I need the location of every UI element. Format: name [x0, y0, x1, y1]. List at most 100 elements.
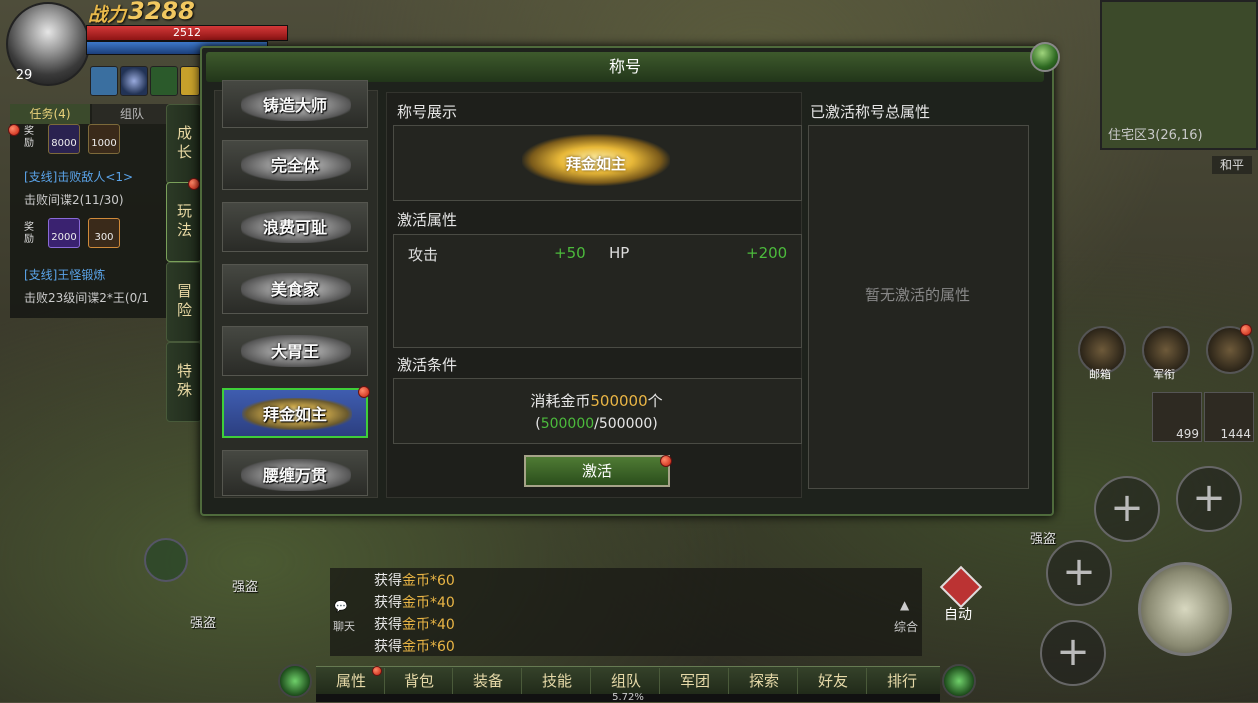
menu-equipment[interactable]: 装备 [455, 668, 522, 694]
title-item-label: 拜金如主 [262, 405, 327, 424]
menu-skills[interactable]: 技能 [524, 668, 591, 694]
skill-slot-add-button[interactable]: + [1040, 620, 1106, 686]
hp-value: 2512 [173, 26, 201, 39]
title-item-selected[interactable]: 拜金如主 [222, 388, 368, 438]
menu-friends[interactable]: 好友 [800, 668, 867, 694]
side-tab-adventure[interactable]: 冒险 [166, 262, 202, 342]
channel-label[interactable]: 综合 [894, 618, 918, 635]
channel-arrow-icon[interactable]: ▲ [900, 598, 909, 612]
joystick[interactable] [144, 538, 188, 582]
item-count: 1444 [1220, 427, 1251, 441]
attack-sword-button[interactable] [1138, 562, 1232, 656]
notification-dot [358, 386, 370, 398]
mail-label: 邮箱 [1089, 368, 1111, 381]
title-item[interactable]: 大胃王 [222, 326, 368, 376]
reward-item[interactable]: 300 [88, 218, 120, 248]
menu-explore[interactable]: 探索 [731, 668, 798, 694]
total-label: 已激活称号总属性 [810, 103, 931, 121]
reward-count: 2000 [51, 232, 77, 243]
rank-label: 军衔 [1153, 368, 1175, 381]
reward-label: 奖励 [24, 222, 34, 245]
auto-battle-icon[interactable] [939, 565, 983, 609]
title-item-label: 铸造大师 [262, 96, 327, 115]
eye-buff-icon[interactable] [120, 66, 148, 96]
close-button[interactable] [1030, 42, 1060, 72]
reward-item[interactable]: 8000 [48, 124, 80, 154]
npc-name[interactable]: 强盗 [190, 612, 216, 631]
title-item[interactable]: 腰缠万贯 [222, 450, 368, 496]
side-tab-growth[interactable]: 成长 [166, 104, 202, 184]
skill-slot-add-button[interactable]: + [1046, 540, 1112, 606]
cond-text: 消耗金币500000个 [393, 390, 800, 411]
npc-name[interactable]: 强盗 [1030, 528, 1056, 547]
title-item[interactable]: 美食家 [222, 264, 368, 314]
quest-title[interactable]: [支线]王怪锻炼 [24, 266, 105, 283]
chat-item: 金币*40 [402, 617, 455, 633]
title-item-label: 腰缠万贯 [262, 466, 327, 485]
menu-bag[interactable]: 背包 [386, 668, 453, 694]
pk-mode-button[interactable]: 和平 [1212, 156, 1252, 174]
npc-name[interactable]: 强盗 [232, 576, 258, 595]
reward-count: 300 [94, 232, 114, 243]
buff-icon[interactable] [90, 66, 118, 96]
chat-label[interactable]: 聊天 [333, 618, 355, 634]
tab-team[interactable]: 组队 [92, 104, 172, 124]
title-item[interactable]: 浪费可耻 [222, 202, 368, 252]
attr-box [393, 234, 802, 348]
skill-slot-add-button[interactable]: + [1094, 476, 1160, 542]
orb-right-icon [942, 664, 976, 698]
tab-quest[interactable]: 任务(4) [10, 104, 90, 124]
notification-dot [660, 455, 672, 467]
menu-ranking[interactable]: 排行 [869, 668, 935, 694]
side-tab-play[interactable]: 玩法 [166, 182, 202, 262]
reward-item[interactable]: 2000 [48, 218, 80, 248]
power-value: 3288 [128, 0, 195, 25]
title-item[interactable]: 铸造大师 [222, 80, 368, 128]
attr-label: 激活属性 [397, 211, 458, 229]
activate-button[interactable]: 激活 [524, 455, 670, 487]
cond-amount: 500000 [590, 392, 648, 410]
cond-label: 激活条件 [397, 356, 458, 374]
reward-item[interactable]: 1000 [88, 124, 120, 154]
display-title: 拜金如主 [565, 155, 626, 173]
cond-progress: (500000/500000) [393, 416, 800, 432]
power-label: 战力 [88, 4, 127, 26]
skill-slot-add-button[interactable]: + [1176, 466, 1242, 532]
title-item-label: 大胃王 [270, 342, 319, 361]
chat-prefix: 获得 [374, 595, 402, 611]
reward-count: 1000 [91, 138, 117, 149]
notification-dot [8, 124, 20, 136]
attr-name: 攻击 [408, 246, 439, 264]
food-item-slot[interactable]: 499 [1152, 392, 1202, 442]
total-empty-text: 暂无激活的属性 [864, 286, 970, 304]
title-item[interactable]: 完全体 [222, 140, 368, 190]
title-item-label: 完全体 [270, 156, 319, 175]
modal-title: 称号 [608, 57, 641, 76]
menu-team[interactable]: 组队 [593, 668, 660, 694]
gear-buff-icon[interactable] [150, 66, 178, 96]
title-item-label: 美食家 [270, 280, 319, 299]
menu-legion[interactable]: 军团 [662, 668, 729, 694]
side-tab-special[interactable]: 特殊 [166, 342, 202, 422]
chat-item: 金币*40 [402, 595, 455, 611]
chat-prefix: 获得 [374, 573, 402, 589]
drink-item-slot[interactable]: 1444 [1204, 392, 1254, 442]
chat-icon[interactable]: 💬 [334, 600, 348, 613]
notification-dot [1240, 324, 1252, 336]
chat-prefix: 获得 [374, 617, 402, 633]
reward-label: 奖励 [24, 126, 34, 149]
player-level: 29 [15, 68, 33, 83]
auto-label[interactable]: 自动 [944, 604, 972, 624]
shield-buff-icon[interactable] [180, 66, 200, 96]
cond-prefix: 消耗金币 [530, 392, 591, 410]
quest-title[interactable]: [支线]击败敌人<1> [24, 168, 133, 185]
notification-dot [188, 178, 200, 190]
chat-item: 金币*60 [402, 639, 455, 655]
orb-left-icon [278, 664, 312, 698]
chat-line: 获得金币*40 [374, 614, 455, 634]
attr-value: +200 [746, 244, 788, 262]
progress-total: /500000) [594, 416, 658, 432]
chat-prefix: 获得 [374, 639, 402, 655]
cond-box [393, 378, 802, 444]
exp-bar: 5.72% [316, 693, 940, 703]
